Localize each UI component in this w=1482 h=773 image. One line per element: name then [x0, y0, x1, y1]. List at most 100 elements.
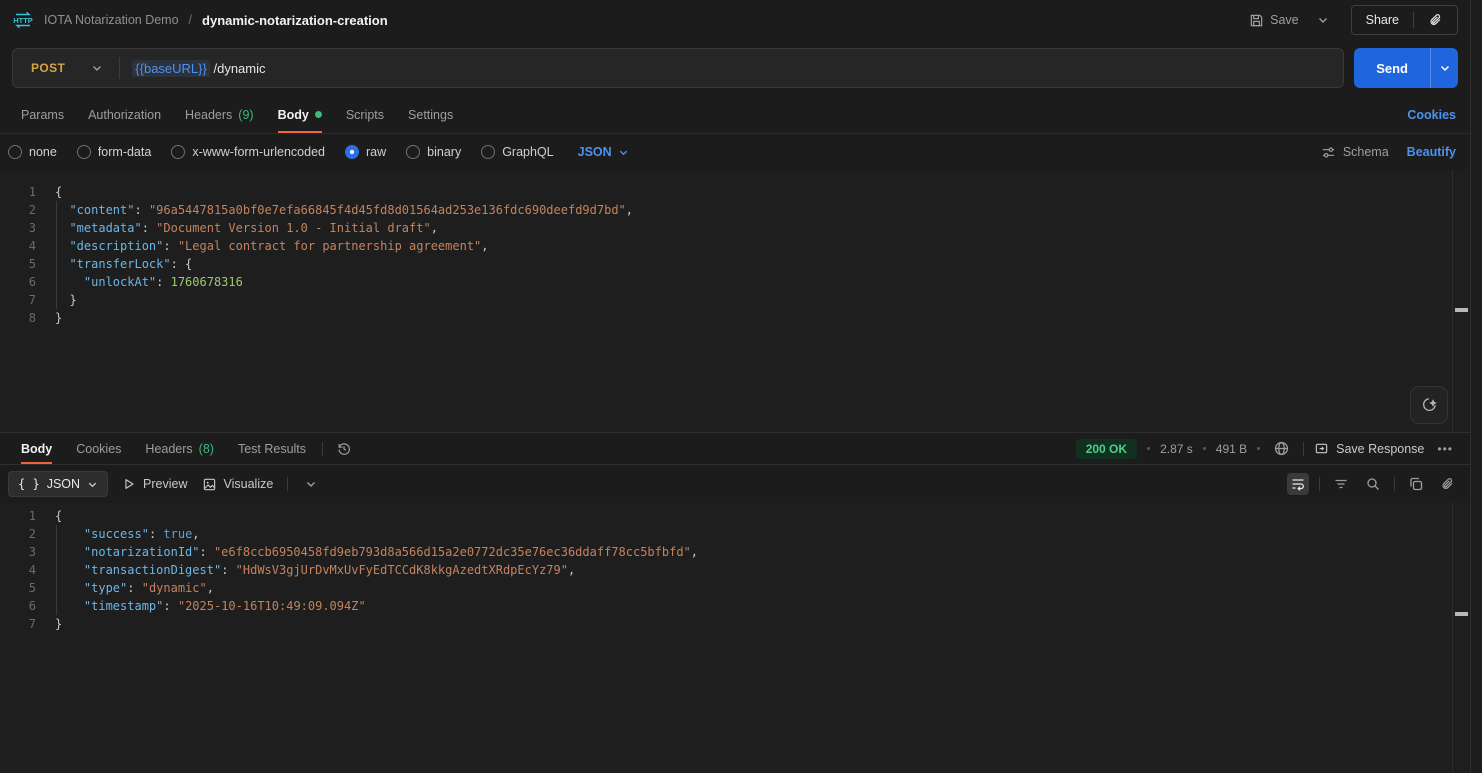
response-tab-body[interactable]: Body: [9, 433, 64, 464]
response-format-select[interactable]: { } JSON: [8, 471, 108, 497]
response-meta: 200 OK 2.87 s 491 B: [1076, 437, 1456, 460]
line-number: 1: [0, 183, 36, 201]
share-button[interactable]: Share: [1352, 6, 1413, 34]
tab-body[interactable]: Body: [266, 96, 334, 133]
code-content[interactable]: "content": "96a5447815a0bf0e7efa66845f4d…: [55, 201, 633, 219]
radio-icon: [8, 145, 22, 159]
response-tabs: Body Cookies Headers(8) Test Results: [9, 433, 355, 464]
breadcrumb-request-name[interactable]: dynamic-notarization-creation: [202, 13, 388, 28]
filter-icon: [1333, 476, 1349, 492]
radio-icon: [481, 145, 495, 159]
code-line[interactable]: 6 "unlockAt": 1760678316: [0, 273, 1470, 291]
line-number: 1: [0, 507, 36, 525]
body-type-radio-x-www-form-urlencoded[interactable]: x-www-form-urlencoded: [171, 145, 325, 159]
meta-separator-dot: [1257, 447, 1260, 450]
history-clock-icon: [336, 441, 352, 457]
code-content: }: [55, 615, 62, 633]
code-content[interactable]: }: [55, 291, 77, 309]
tab-params[interactable]: Params: [9, 96, 76, 133]
body-type-radio-form-data[interactable]: form-data: [77, 145, 152, 159]
visualize-options-chevron[interactable]: [302, 475, 320, 493]
schema-button[interactable]: Schema: [1321, 145, 1389, 160]
code-line[interactable]: 3 "metadata": "Document Version 1.0 - In…: [0, 219, 1470, 237]
code-line: 3 "notarizationId": "e6f8ccb6950458fd9eb…: [0, 543, 1470, 561]
request-body-code[interactable]: 1{2 "content": "96a5447815a0bf0e7efa6684…: [0, 183, 1470, 327]
code-line[interactable]: 1{: [0, 183, 1470, 201]
response-scrollbar-thumb[interactable]: [1455, 612, 1468, 616]
code-line: 7}: [0, 615, 1470, 633]
line-number: 8: [0, 309, 36, 327]
tab-authorization[interactable]: Authorization: [76, 96, 173, 133]
search-button[interactable]: [1362, 473, 1384, 495]
tab-scripts[interactable]: Scripts: [334, 96, 396, 133]
save-button[interactable]: Save: [1243, 7, 1305, 34]
line-number: 2: [0, 525, 36, 543]
tab-settings[interactable]: Settings: [396, 96, 465, 133]
code-content[interactable]: "unlockAt": 1760678316: [55, 273, 243, 291]
body-type-radio-binary[interactable]: binary: [406, 145, 461, 159]
code-line[interactable]: 8}: [0, 309, 1470, 327]
code-line[interactable]: 5 "transferLock": {: [0, 255, 1470, 273]
copy-link-response-button[interactable]: [1437, 474, 1458, 495]
tab-headers[interactable]: Headers(9): [173, 96, 266, 133]
code-content[interactable]: "transferLock": {: [55, 255, 192, 273]
history-button[interactable]: [333, 438, 355, 460]
preview-button[interactable]: Preview: [122, 477, 187, 491]
response-tab-test-results[interactable]: Test Results: [226, 433, 318, 464]
radio-label: GraphQL: [502, 145, 553, 159]
postbot-button[interactable]: [1410, 386, 1448, 424]
ellipsis-icon: •••: [1437, 442, 1453, 456]
copy-button[interactable]: [1405, 473, 1427, 495]
radio-label: none: [29, 145, 57, 159]
raw-language-select[interactable]: JSON: [578, 145, 629, 159]
beautify-button[interactable]: Beautify: [1407, 145, 1456, 159]
header: HTTP IOTA Notarization Demo / dynamic-no…: [0, 0, 1470, 40]
status-badge[interactable]: 200 OK: [1076, 439, 1137, 459]
send-button[interactable]: Send: [1354, 48, 1430, 88]
code-content[interactable]: {: [55, 183, 62, 201]
copy-link-button[interactable]: [1414, 6, 1457, 34]
response-tab-headers[interactable]: Headers(8): [133, 433, 226, 464]
chevron-down-icon: [305, 478, 317, 490]
url-input[interactable]: {{baseURL}} /dynamic: [120, 49, 1343, 87]
toolbar-right-divider: [1319, 477, 1320, 491]
code-content[interactable]: }: [55, 309, 62, 327]
code-content[interactable]: "metadata": "Document Version 1.0 - Init…: [55, 219, 438, 237]
wrap-text-icon: [1290, 476, 1306, 492]
code-line[interactable]: 2 "content": "96a5447815a0bf0e7efa66845f…: [0, 201, 1470, 219]
more-options-button[interactable]: •••: [1434, 439, 1456, 459]
send-options-chevron[interactable]: [1430, 48, 1458, 88]
radio-icon: [171, 145, 185, 159]
url-box: POST {{baseURL}} /dynamic: [12, 48, 1344, 88]
body-type-radio-raw[interactable]: raw: [345, 145, 386, 159]
request-scrollbar-thumb[interactable]: [1455, 308, 1468, 312]
visualize-button[interactable]: Visualize: [202, 477, 274, 492]
code-line[interactable]: 7 }: [0, 291, 1470, 309]
line-number: 5: [0, 579, 36, 597]
body-type-radio-graphql[interactable]: GraphQL: [481, 145, 553, 159]
save-response-button[interactable]: Save Response: [1314, 441, 1424, 456]
code-content[interactable]: "description": "Legal contract for partn…: [55, 237, 489, 255]
body-type-options: none form-data x-www-form-urlencoded raw bin…: [8, 145, 629, 159]
body-type-radio-none[interactable]: none: [8, 145, 57, 159]
response-tab-cookies[interactable]: Cookies: [64, 433, 133, 464]
breadcrumb-collection[interactable]: IOTA Notarization Demo: [44, 13, 179, 27]
response-header: Body Cookies Headers(8) Test Results: [0, 432, 1470, 465]
filter-button[interactable]: [1330, 473, 1352, 495]
sliders-icon: [1321, 145, 1336, 160]
cookies-link[interactable]: Cookies: [1407, 108, 1456, 122]
network-info-button[interactable]: [1270, 437, 1293, 460]
method-select[interactable]: POST: [13, 49, 119, 87]
image-icon: [202, 477, 217, 492]
code-line[interactable]: 4 "description": "Legal contract for par…: [0, 237, 1470, 255]
method-label: POST: [31, 61, 65, 75]
wrap-text-button[interactable]: [1287, 473, 1309, 495]
response-time[interactable]: 2.87 s: [1160, 442, 1193, 456]
save-options-chevron[interactable]: [1311, 8, 1335, 32]
line-number: 4: [0, 237, 36, 255]
request-body-editor[interactable]: 1{2 "content": "96a5447815a0bf0e7efa6684…: [0, 170, 1470, 432]
right-sidebar-rail[interactable]: [1470, 0, 1482, 773]
line-number: 4: [0, 561, 36, 579]
code-content: "type": "dynamic",: [55, 579, 214, 597]
response-size[interactable]: 491 B: [1216, 442, 1247, 456]
